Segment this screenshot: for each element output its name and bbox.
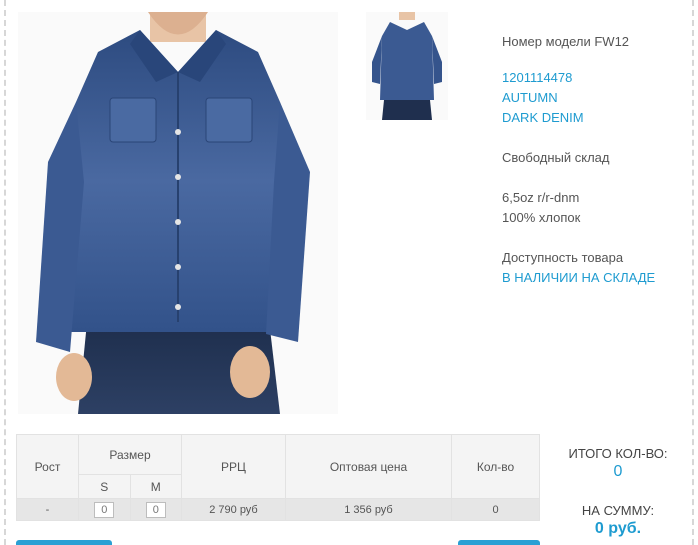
total-sum-label: НА СУММУ: <box>581 503 655 518</box>
action-button-left[interactable] <box>16 540 112 545</box>
row-height: - <box>16 498 79 521</box>
size-m-header: M <box>129 474 182 499</box>
thumbnail-illustration <box>372 12 442 120</box>
denim-shirt-illustration <box>36 12 310 414</box>
row-rrp: 2 790 руб <box>181 498 286 521</box>
color-link[interactable]: DARK DENIM <box>502 108 692 128</box>
col-rrp-header: РРЦ <box>181 434 286 499</box>
warehouse-text: Свободный склад <box>502 150 610 165</box>
size-s-header: S <box>78 474 131 499</box>
season-link[interactable]: AUTUMN <box>502 88 692 108</box>
model-number: Номер модели FW12 <box>502 34 630 49</box>
total-qty-label: ИТОГО КОЛ-ВО: <box>568 446 668 461</box>
col-size-header: Размер <box>78 434 182 475</box>
order-table: Рост Размер РРЦ Оптовая цена Кол-во S M … <box>16 434 540 521</box>
fabric-composition: 100% хлопок <box>502 210 581 225</box>
product-info: Номер модели FW12 1201114478 AUTUMN DARK… <box>502 32 692 288</box>
col-height-header: Рост <box>16 434 79 499</box>
product-thumbnail[interactable] <box>366 12 448 120</box>
total-qty-value: 0 <box>613 463 623 480</box>
col-qty-header: Кол-во <box>451 434 540 499</box>
row-wholesale: 1 356 руб <box>285 498 452 521</box>
product-main-image[interactable] <box>18 12 338 414</box>
fabric-weight: 6,5oz r/r-dnm <box>502 190 580 205</box>
action-button-right[interactable] <box>458 540 540 545</box>
qty-m-input[interactable]: 0 <box>145 501 166 518</box>
table-row: - 0 0 2 790 руб 1 356 руб 0 <box>16 498 540 521</box>
availability-value: В НАЛИЧИИ НА СКЛАДЕ <box>502 270 656 285</box>
qty-s-input[interactable]: 0 <box>94 501 115 518</box>
availability-label: Доступность товара <box>502 250 624 265</box>
col-wholesale-header: Оптовая цена <box>285 434 452 499</box>
total-sum-value: 0 руб. <box>594 520 642 537</box>
row-qty: 0 <box>451 498 540 521</box>
product-code-link[interactable]: 1201114478 <box>502 68 692 88</box>
order-totals: ИТОГО КОЛ-ВО: 0 НА СУММУ: 0 руб. <box>556 446 680 538</box>
